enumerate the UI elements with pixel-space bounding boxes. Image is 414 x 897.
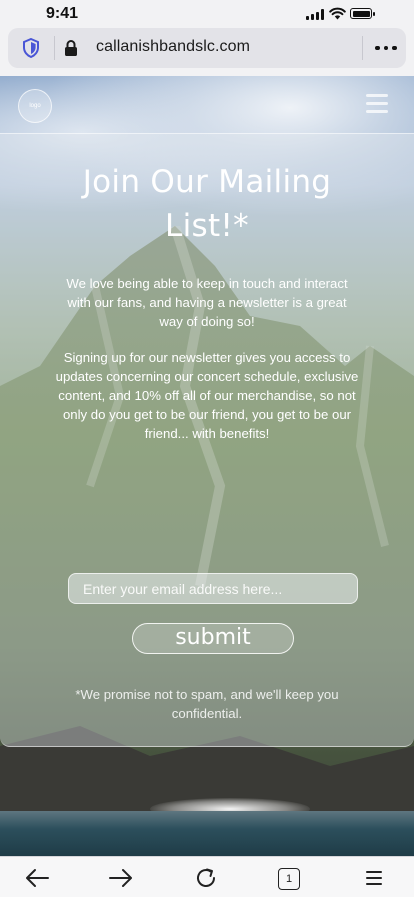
submit-button[interactable]: submit (132, 623, 294, 654)
url-text[interactable]: callanishbandslc.com (96, 38, 250, 56)
intro-paragraph: We love being able to keep in touch and … (66, 276, 348, 329)
menu-icon[interactable] (366, 870, 382, 886)
reload-icon (197, 868, 215, 887)
benefits-paragraph: Signing up for our newsletter gives you … (55, 350, 359, 441)
web-page: logo Join Our Mailing List!* We love bei… (0, 76, 414, 856)
reload-button[interactable] (191, 865, 221, 891)
hamburger-menu-icon[interactable] (366, 94, 388, 114)
logo-text: logo (29, 103, 41, 109)
tabs-button[interactable]: 1 (278, 868, 300, 890)
address-bar-divider-right (362, 36, 363, 60)
lock-icon (65, 40, 77, 56)
back-button[interactable] (22, 865, 52, 891)
address-bar[interactable]: callanishbandslc.com (8, 28, 406, 68)
more-options-button[interactable] (372, 36, 400, 60)
wifi-icon (329, 7, 346, 20)
status-bar: 9:41 (0, 0, 414, 28)
arrow-right-icon (109, 869, 132, 887)
battery-icon (350, 8, 375, 19)
arrow-left-icon (26, 869, 49, 887)
browser-toolbar: 1 (0, 856, 414, 897)
sea-background (0, 811, 414, 856)
page-title: Join Our Mailing List!* (82, 164, 332, 244)
site-logo[interactable]: logo (18, 89, 52, 123)
email-input[interactable] (68, 573, 358, 604)
shield-icon[interactable] (22, 38, 40, 58)
forward-button[interactable] (106, 865, 136, 891)
status-time: 9:41 (46, 5, 79, 22)
privacy-disclaimer: *We promise not to spam, and we'll keep … (75, 687, 339, 721)
address-bar-divider (54, 36, 55, 60)
cellular-signal-icon (306, 9, 324, 20)
